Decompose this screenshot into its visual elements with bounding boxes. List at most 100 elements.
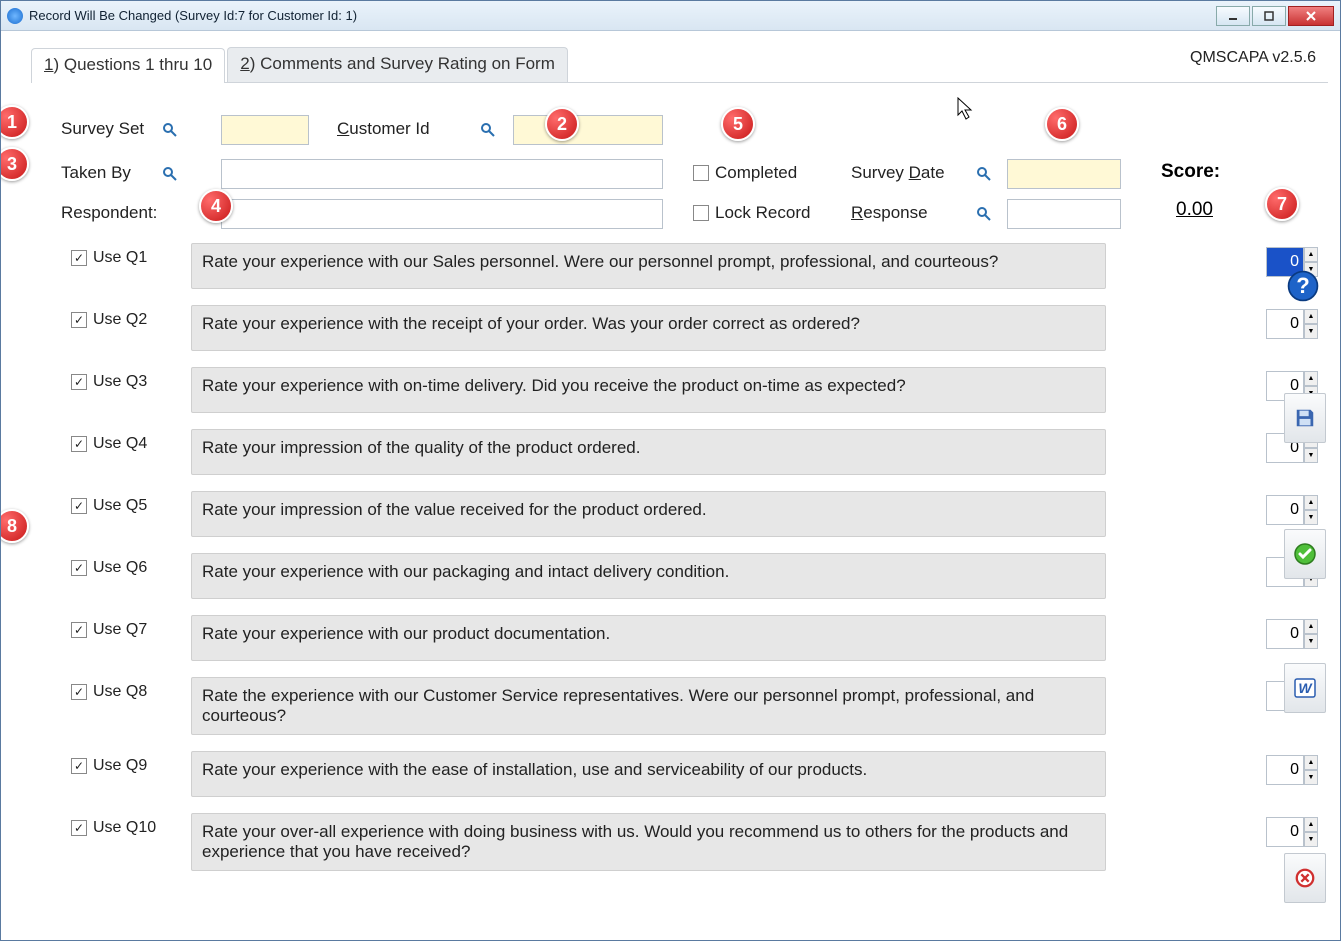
use-question-checkbox[interactable]: ✓ [71,250,87,266]
use-question-checkbox[interactable]: ✓ [71,622,87,638]
tab-strip: 1) Questions 1 thru 10 2) Comments and S… [31,47,1328,83]
question-row: ✓Use Q4Rate your impression of the quali… [41,429,1318,475]
use-question-group: ✓Use Q3 [41,367,191,391]
question-score-spinner: ▲▼ [1266,755,1318,785]
spin-up-button[interactable]: ▲ [1304,495,1318,510]
tab-comments[interactable]: 2) Comments and Survey Rating on Form [227,47,568,82]
use-question-group: ✓ Use Q10 [41,813,191,837]
question-score-input[interactable] [1266,495,1304,525]
use-question-label: Use Q5 [93,497,147,515]
question-score-input[interactable] [1266,619,1304,649]
lock-record-checkbox[interactable] [693,205,709,221]
taken-by-label: Taken By [61,163,131,183]
survey-date-lookup-icon[interactable] [975,165,993,183]
word-export-button[interactable]: W [1284,663,1326,713]
lock-record-label: Lock Record [715,203,810,223]
spin-down-button[interactable]: ▼ [1304,770,1318,785]
response-input[interactable] [1007,199,1121,229]
taken-by-lookup-icon[interactable] [161,165,179,183]
question-text[interactable]: Rate your impression of the quality of t… [191,429,1106,475]
use-question-checkbox[interactable]: ✓ [71,436,87,452]
version-label: QMSCAPA v2.5.6 [1190,49,1316,67]
app-icon [7,8,23,24]
customer-id-input[interactable] [513,115,663,145]
respondent-input[interactable] [221,199,663,229]
maximize-button[interactable] [1252,6,1286,26]
question-text[interactable]: Rate your experience with the ease of in… [191,751,1106,797]
use-question-checkbox[interactable]: ✓ [71,758,87,774]
response-label: Response [851,203,928,223]
use-question-group: ✓ Use Q9 [41,751,191,775]
spin-down-button[interactable]: ▼ [1304,510,1318,525]
question-text[interactable]: Rate your impression of the value receiv… [191,491,1106,537]
use-question-group: ✓ Use Q5 [41,491,191,515]
tab-panel: Survey Set Customer Id Taken By Complete… [31,83,1328,893]
spin-down-button[interactable]: ▼ [1304,634,1318,649]
use-question-checkbox[interactable]: ✓ [71,374,87,390]
question-text[interactable]: Rate your experience with our packaging … [191,553,1106,599]
question-score-spinner: ▲▼ [1266,495,1318,525]
cancel-icon [1294,867,1316,889]
cancel-button[interactable] [1284,853,1326,903]
help-button[interactable]: ? [1286,269,1320,308]
score-value: 0.00 [1176,199,1213,221]
survey-set-label: Survey Set [61,119,144,139]
questions-list: ✓Use Q1Rate your experience with our Sal… [41,243,1318,871]
survey-date-input[interactable] [1007,159,1121,189]
survey-date-label: Survey Date [851,163,945,183]
use-question-label: Use Q10 [93,819,156,837]
taken-by-input[interactable] [221,159,663,189]
question-text[interactable]: Rate your experience with our Sales pers… [191,243,1106,289]
window: Record Will Be Changed (Survey Id:7 for … [0,0,1341,941]
customer-id-label: Customer Id [337,119,430,139]
ok-button[interactable] [1284,529,1326,579]
callout-8: 8 [1,509,29,543]
tab-questions[interactable]: 1) Questions 1 thru 10 [31,48,225,83]
question-score-input[interactable] [1266,817,1304,847]
question-score-spinner: ▲▼ [1266,619,1318,649]
use-question-label: Use Q6 [93,559,147,577]
survey-set-lookup-icon[interactable] [161,121,179,139]
spin-up-button[interactable]: ▲ [1304,619,1318,634]
spin-up-button[interactable]: ▲ [1304,371,1318,386]
titlebar: Record Will Be Changed (Survey Id:7 for … [1,1,1340,31]
svg-text:W: W [1298,680,1313,696]
question-row: ✓ Use Q6 Rate your experience with our pac… [41,553,1318,599]
use-question-checkbox[interactable]: ✓ [71,684,87,700]
spin-down-button[interactable]: ▼ [1304,832,1318,847]
spin-up-button[interactable]: ▲ [1304,247,1318,262]
completed-checkbox[interactable] [693,165,709,181]
use-question-checkbox[interactable]: ✓ [71,820,87,836]
minimize-button[interactable] [1216,6,1250,26]
use-question-checkbox[interactable]: ✓ [71,312,87,328]
use-question-checkbox[interactable]: ✓ [71,560,87,576]
question-text[interactable]: Rate the experience with our Customer Se… [191,677,1106,735]
spin-up-button[interactable]: ▲ [1304,309,1318,324]
close-button[interactable] [1288,6,1334,26]
question-row: ✓Use Q3Rate your experience with on-time… [41,367,1318,413]
save-button[interactable] [1284,393,1326,443]
use-question-checkbox[interactable]: ✓ [71,498,87,514]
use-question-group: ✓Use Q2 [41,305,191,329]
floppy-icon [1294,407,1316,429]
window-buttons [1216,6,1334,26]
question-text[interactable]: Rate your experience with our product do… [191,615,1106,661]
question-text[interactable]: Rate your experience with on-time delive… [191,367,1106,413]
callout-3: 3 [1,147,29,181]
response-lookup-icon[interactable] [975,205,993,223]
survey-set-input[interactable] [221,115,309,145]
spin-down-button[interactable]: ▼ [1304,324,1318,339]
customer-id-lookup-icon[interactable] [479,121,497,139]
question-score-input[interactable] [1266,755,1304,785]
window-title: Record Will Be Changed (Survey Id:7 for … [29,8,1216,23]
spin-up-button[interactable]: ▲ [1304,755,1318,770]
question-text[interactable]: Rate your over-all experience with doing… [191,813,1106,871]
spin-down-button[interactable]: ▼ [1304,448,1318,463]
question-row: ✓ Use Q5 Rate your impression of the value… [41,491,1318,537]
question-score-input[interactable] [1266,309,1304,339]
spin-up-button[interactable]: ▲ [1304,817,1318,832]
use-question-group: ✓Use Q1 [41,243,191,267]
completed-label: Completed [715,163,797,183]
question-text[interactable]: Rate your experience with the receipt of… [191,305,1106,351]
use-question-label: Use Q9 [93,757,147,775]
